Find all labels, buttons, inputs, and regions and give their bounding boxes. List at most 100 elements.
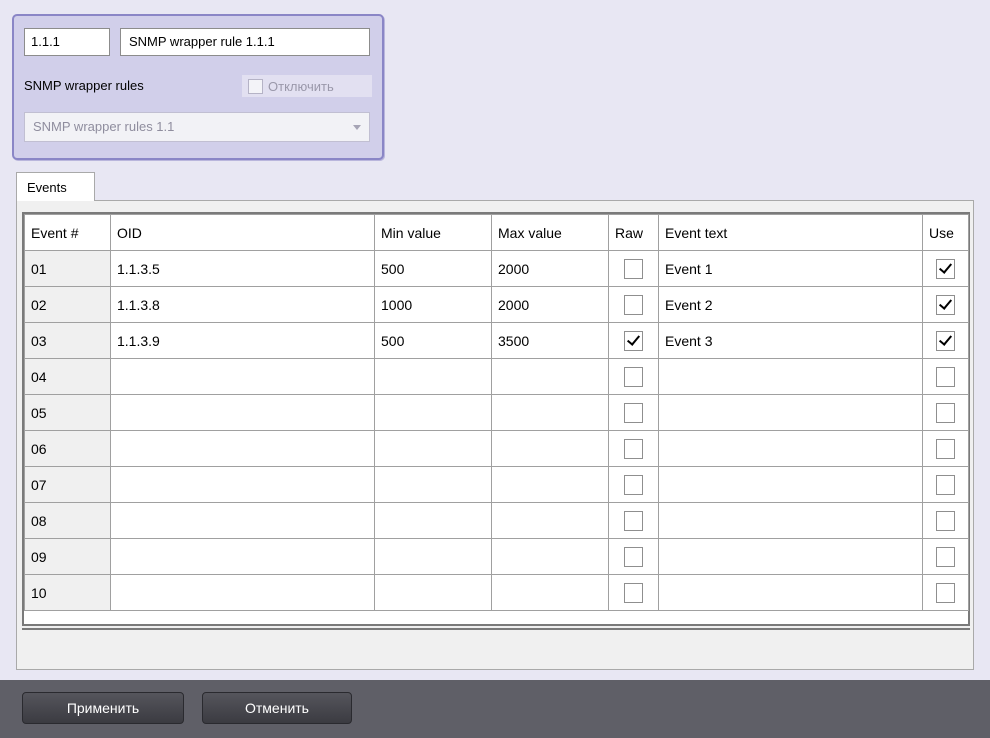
event-number-cell[interactable]: 01 xyxy=(24,250,111,287)
use-checkbox[interactable] xyxy=(936,474,955,495)
event-number-cell[interactable]: 09 xyxy=(24,538,111,575)
object-id-field[interactable]: 1.1.1 xyxy=(24,28,110,56)
max-value-cell[interactable] xyxy=(491,574,609,611)
use-checkbox[interactable] xyxy=(936,330,955,351)
oid-cell[interactable]: 1.1.3.5 xyxy=(110,250,375,287)
max-value-cell[interactable] xyxy=(491,358,609,395)
oid-cell[interactable]: 1.1.3.8 xyxy=(110,286,375,323)
min-value-cell[interactable] xyxy=(374,358,492,395)
bottom-button-bar: Применить Отменить xyxy=(0,680,990,738)
event-number-cell[interactable]: 03 xyxy=(24,322,111,359)
use-checkbox[interactable] xyxy=(936,546,955,567)
event-number-cell[interactable]: 10 xyxy=(24,574,111,611)
event-text-cell[interactable] xyxy=(658,538,923,575)
max-value-cell[interactable]: 2000 xyxy=(491,250,609,287)
event-number-cell[interactable]: 05 xyxy=(24,394,111,431)
column-header-max-value[interactable]: Max value xyxy=(491,214,609,251)
object-name-field[interactable]: SNMP wrapper rule 1.1.1 xyxy=(120,28,370,56)
table-row[interactable]: 08 xyxy=(24,502,969,539)
min-value-cell[interactable] xyxy=(374,574,492,611)
max-value-cell[interactable]: 2000 xyxy=(491,286,609,323)
oid-cell[interactable] xyxy=(110,430,375,467)
use-checkbox[interactable] xyxy=(936,402,955,423)
oid-cell[interactable] xyxy=(110,394,375,431)
raw-checkbox[interactable] xyxy=(624,546,643,567)
event-text-cell[interactable] xyxy=(658,502,923,539)
min-value-cell[interactable] xyxy=(374,430,492,467)
max-value-cell[interactable]: 3500 xyxy=(491,322,609,359)
use-cell xyxy=(922,538,969,575)
oid-cell[interactable]: 1.1.3.9 xyxy=(110,322,375,359)
table-row[interactable]: 01 1.1.3.5 500 2000 Event 1 xyxy=(24,250,969,287)
event-text-cell[interactable]: Event 1 xyxy=(658,250,923,287)
disable-checkbox[interactable]: Отключить xyxy=(242,75,372,97)
table-row[interactable]: 06 xyxy=(24,430,969,467)
table-row[interactable]: 03 1.1.3.9 500 3500 Event 3 xyxy=(24,322,969,359)
tab-events[interactable]: Events xyxy=(16,172,95,201)
table-row[interactable]: 04 xyxy=(24,358,969,395)
event-text-cell[interactable] xyxy=(658,574,923,611)
event-text-cell[interactable] xyxy=(658,430,923,467)
raw-checkbox[interactable] xyxy=(624,402,643,423)
min-value-cell[interactable] xyxy=(374,466,492,503)
raw-cell xyxy=(608,322,659,359)
raw-checkbox[interactable] xyxy=(624,582,643,603)
column-header-oid[interactable]: OID xyxy=(110,214,375,251)
event-number-cell[interactable]: 02 xyxy=(24,286,111,323)
column-header-min-value[interactable]: Min value xyxy=(374,214,492,251)
column-header-event-num[interactable]: Event # xyxy=(24,214,111,251)
use-cell xyxy=(922,322,969,359)
event-number-cell[interactable]: 07 xyxy=(24,466,111,503)
raw-checkbox[interactable] xyxy=(624,438,643,459)
event-number-cell[interactable]: 06 xyxy=(24,430,111,467)
parent-object-select[interactable]: SNMP wrapper rules 1.1 xyxy=(24,112,370,142)
event-text-cell[interactable] xyxy=(658,466,923,503)
max-value-cell[interactable] xyxy=(491,538,609,575)
event-number-cell[interactable]: 08 xyxy=(24,502,111,539)
cancel-button[interactable]: Отменить xyxy=(202,692,352,724)
oid-cell[interactable] xyxy=(110,502,375,539)
raw-cell xyxy=(608,538,659,575)
event-text-cell[interactable]: Event 2 xyxy=(658,286,923,323)
event-text-cell[interactable]: Event 3 xyxy=(658,322,923,359)
use-checkbox[interactable] xyxy=(936,582,955,603)
oid-cell[interactable] xyxy=(110,358,375,395)
min-value-cell[interactable] xyxy=(374,538,492,575)
use-checkbox[interactable] xyxy=(936,258,955,279)
use-checkbox[interactable] xyxy=(936,294,955,315)
raw-checkbox[interactable] xyxy=(624,330,643,351)
table-row[interactable]: 10 xyxy=(24,574,969,611)
event-text-cell[interactable] xyxy=(658,358,923,395)
event-number-cell[interactable]: 04 xyxy=(24,358,111,395)
use-checkbox[interactable] xyxy=(936,438,955,459)
apply-button[interactable]: Применить xyxy=(22,692,184,724)
min-value-cell[interactable] xyxy=(374,502,492,539)
table-row[interactable]: 05 xyxy=(24,394,969,431)
table-row[interactable]: 02 1.1.3.8 1000 2000 Event 2 xyxy=(24,286,969,323)
column-header-event-text[interactable]: Event text xyxy=(658,214,923,251)
max-value-cell[interactable] xyxy=(491,430,609,467)
max-value-cell[interactable] xyxy=(491,502,609,539)
use-checkbox[interactable] xyxy=(936,366,955,387)
raw-checkbox[interactable] xyxy=(624,258,643,279)
min-value-cell[interactable]: 500 xyxy=(374,250,492,287)
max-value-cell[interactable] xyxy=(491,394,609,431)
raw-checkbox[interactable] xyxy=(624,510,643,531)
oid-cell[interactable] xyxy=(110,574,375,611)
min-value-cell[interactable]: 500 xyxy=(374,322,492,359)
oid-cell[interactable] xyxy=(110,466,375,503)
table-row[interactable]: 07 xyxy=(24,466,969,503)
column-header-raw[interactable]: Raw xyxy=(608,214,659,251)
column-header-use[interactable]: Use xyxy=(922,214,969,251)
oid-cell[interactable] xyxy=(110,538,375,575)
max-value-cell[interactable] xyxy=(491,466,609,503)
table-row[interactable]: 09 xyxy=(24,538,969,575)
min-value-cell[interactable]: 1000 xyxy=(374,286,492,323)
raw-cell xyxy=(608,502,659,539)
use-checkbox[interactable] xyxy=(936,510,955,531)
raw-checkbox[interactable] xyxy=(624,294,643,315)
raw-checkbox[interactable] xyxy=(624,474,643,495)
event-text-cell[interactable] xyxy=(658,394,923,431)
raw-checkbox[interactable] xyxy=(624,366,643,387)
min-value-cell[interactable] xyxy=(374,394,492,431)
